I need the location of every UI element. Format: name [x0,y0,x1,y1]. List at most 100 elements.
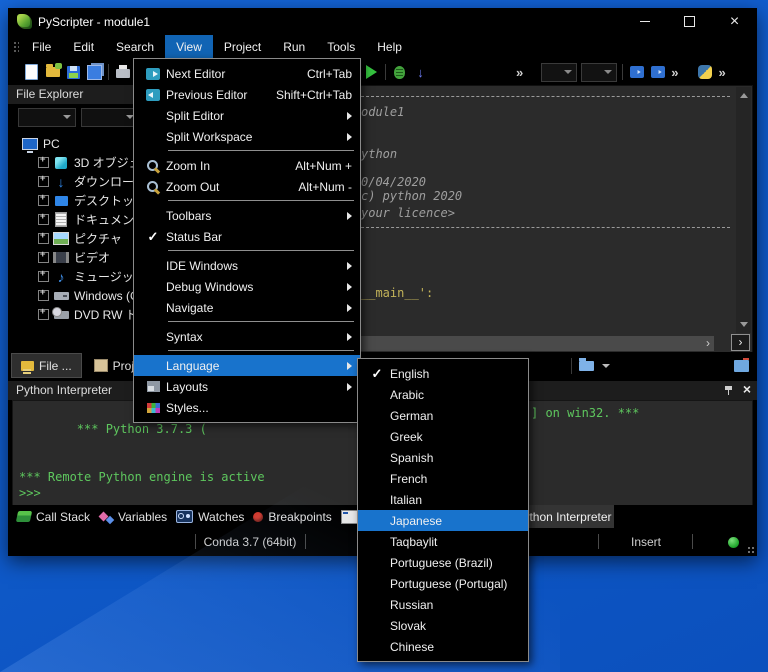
expand-plus-icon[interactable] [38,156,49,168]
minimize-button[interactable] [622,8,667,35]
close-button[interactable] [712,8,757,35]
menu-item-german[interactable]: German [358,405,528,426]
debug-button[interactable] [389,62,410,82]
toolbar-overflow-chevron-icon[interactable]: » [715,65,728,80]
expand-plus-icon[interactable] [38,251,49,263]
menu-item-layouts[interactable]: Layouts [134,376,360,397]
new-file-button[interactable] [21,62,42,82]
menubar-grip[interactable] [12,40,19,54]
step-button[interactable]: ↓ [410,62,431,82]
panel-close-icon[interactable] [743,381,751,400]
toolbar-overflow-chevron-icon[interactable]: » [668,65,681,80]
menu-search[interactable]: Search [105,35,165,59]
menu-item-russian[interactable]: Russian [358,594,528,615]
scroll-right-icon[interactable]: › [706,336,710,351]
import-button[interactable] [626,62,647,82]
menu-item-french[interactable]: French [358,468,528,489]
menu-item-italian[interactable]: Italian [358,489,528,510]
toolbar-combo-1[interactable] [541,62,578,82]
explorer-path-combo[interactable] [18,107,76,127]
menu-item-status-bar[interactable]: Status Bar [134,226,360,247]
menu-item-next-editor[interactable]: Next Editor Ctrl+Tab [134,63,360,84]
menu-tools[interactable]: Tools [316,35,366,59]
maximize-icon [684,16,695,27]
menu-item-chinese[interactable]: Chinese [358,636,528,657]
scroll-corner-button[interactable]: › [731,334,750,351]
menu-help[interactable]: Help [366,35,413,59]
menu-item-japanese[interactable]: Japanese [358,510,528,531]
menu-item-ide-windows[interactable]: IDE Windows [134,255,360,276]
expand-plus-icon[interactable] [38,270,49,282]
menu-item-portuguese-brazil[interactable]: Portuguese (Brazil) [358,552,528,573]
menu-item-language[interactable]: Language [134,355,360,376]
scroll-up-icon[interactable] [740,93,748,98]
menu-item-label: IDE Windows [166,258,239,273]
export-button[interactable] [647,62,668,82]
expand-plus-icon[interactable] [38,175,49,187]
tab-label: Breakpoints [268,509,332,524]
menu-item-greek[interactable]: Greek [358,426,528,447]
zoom-out-icon [146,180,160,194]
tab-file-explorer[interactable]: File ... [11,353,82,378]
expand-plus-icon[interactable] [38,308,49,320]
toolbar-combo-2[interactable] [581,62,618,82]
menu-item-toolbars[interactable]: Toolbars [134,205,360,226]
run-button[interactable] [361,62,382,82]
maximize-button[interactable] [667,8,712,35]
toolbar-overflow-chevron-icon[interactable]: » [513,65,526,80]
title-bar[interactable]: PyScripter - module1 [8,8,757,35]
menu-item-shortcut: Shift+Ctrl+Tab [275,87,352,102]
explorer-filter-combo[interactable] [81,107,139,127]
menu-item-zoom-in[interactable]: Zoom In Alt+Num + [134,155,360,176]
menu-item-portuguese-portugal[interactable]: Portuguese (Portugal) [358,573,528,594]
menu-item-label: English [390,366,430,381]
menu-edit[interactable]: Edit [62,35,105,59]
open-file-button[interactable] [42,62,63,82]
menu-item-taqbaylit[interactable]: Taqbaylit [358,531,528,552]
editor-vertical-scrollbar[interactable] [736,87,751,333]
menu-view[interactable]: View [165,35,213,59]
tab-watches[interactable]: Watches [176,510,244,524]
python-version-button[interactable] [694,62,715,82]
menu-item-styles[interactable]: Styles... [134,397,360,418]
zoom-in-icon [146,159,160,173]
expand-plus-icon[interactable] [38,232,49,244]
toolbar-separator [622,64,624,80]
tab-breakpoints[interactable]: Breakpoints [253,509,332,524]
new-tab-folder-icon[interactable] [734,357,749,372]
print-button[interactable] [112,62,133,82]
menu-item-debug-windows[interactable]: Debug Windows [134,276,360,297]
menu-item-arabic[interactable]: Arabic [358,384,528,405]
expand-plus-icon[interactable] [38,194,49,206]
expand-plus-icon[interactable] [38,213,49,225]
tab-label: File ... [39,358,72,373]
menu-item-slovak[interactable]: Slovak [358,615,528,636]
expand-plus-icon[interactable] [38,289,49,301]
tab-call-stack[interactable]: Call Stack [15,510,90,524]
menu-item-spanish[interactable]: Spanish [358,447,528,468]
menu-separator [168,250,354,251]
scroll-down-icon[interactable] [740,322,748,327]
menu-run[interactable]: Run [272,35,316,59]
tab-variables[interactable]: Variables [99,510,167,524]
editor-horizontal-scrollbar[interactable]: › [359,336,714,351]
menu-item-syntax[interactable]: Syntax [134,326,360,347]
language-submenu: English Arabic German Greek Spanish Fren… [357,358,529,662]
menu-file[interactable]: File [21,35,62,59]
status-insert-mode: Insert [630,535,661,549]
dropdown-caret-icon[interactable] [602,363,610,368]
save-button[interactable] [63,62,84,82]
menu-item-split-editor[interactable]: Split Editor [134,105,360,126]
recent-files-folder-icon[interactable] [579,357,594,371]
menu-item-zoom-out[interactable]: Zoom Out Alt+Num - [134,176,360,197]
menu-project[interactable]: Project [213,35,272,59]
menu-item-split-workspace[interactable]: Split Workspace [134,126,360,147]
resize-grip[interactable] [747,546,755,554]
pin-icon[interactable] [724,385,733,396]
code-editor[interactable]: odule1 ython 0/04/2020 c) python 2020 yo… [357,85,753,354]
menu-item-navigate[interactable]: Navigate [134,297,360,318]
save-all-button[interactable] [84,62,105,82]
menu-item-previous-editor[interactable]: Previous Editor Shift+Ctrl+Tab [134,84,360,105]
file-tab-icon [21,360,34,374]
menu-item-english[interactable]: English [358,363,528,384]
